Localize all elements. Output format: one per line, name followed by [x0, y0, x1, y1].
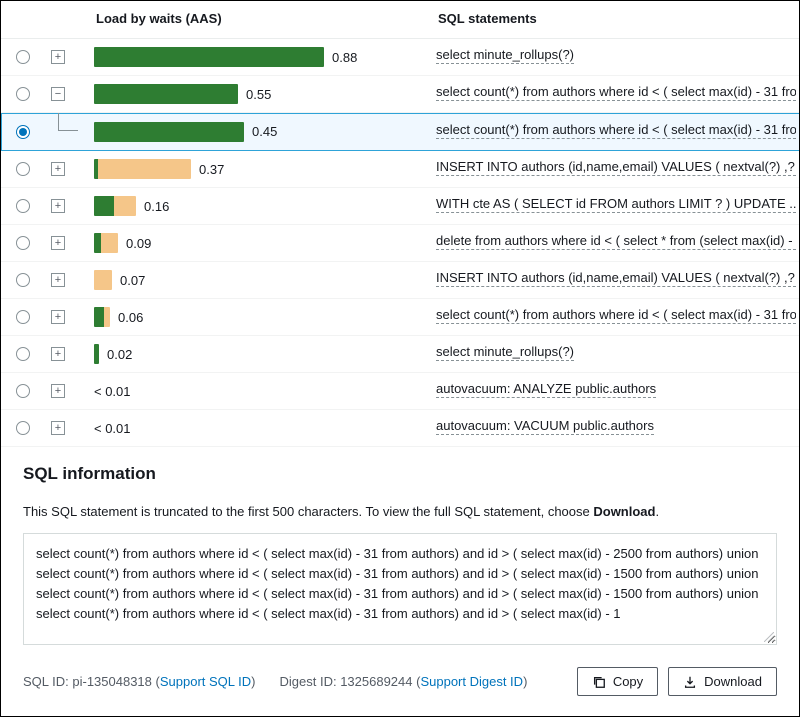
- load-value: 0.02: [107, 347, 132, 362]
- expand-icon[interactable]: +: [51, 236, 65, 250]
- row-radio[interactable]: [16, 347, 30, 361]
- sql-statement-link[interactable]: select count(*) from authors where id < …: [436, 84, 796, 101]
- load-value: 0.45: [252, 124, 277, 139]
- load-bar: [94, 233, 118, 253]
- load-value: 0.07: [120, 273, 145, 288]
- row-radio[interactable]: [16, 199, 30, 213]
- load-bar-segment-orange: [101, 233, 118, 253]
- header-sql[interactable]: SQL statements: [430, 1, 799, 39]
- sql-statement-link[interactable]: INSERT INTO authors (id,name,email) VALU…: [436, 159, 796, 176]
- load-bar: [94, 122, 244, 142]
- expand-icon[interactable]: +: [51, 162, 65, 176]
- tree-line-icon: [58, 113, 78, 131]
- load-bar-segment-green: [94, 233, 101, 253]
- load-bar-segment-green: [94, 84, 238, 104]
- load-bar-segment-green: [94, 122, 244, 142]
- expand-icon[interactable]: +: [51, 310, 65, 324]
- row-radio[interactable]: [16, 50, 30, 64]
- table-row[interactable]: +0.07 INSERT INTO authors (id,name,email)…: [1, 262, 799, 299]
- table-row[interactable]: 0.45 select count(*) from authors where i…: [1, 113, 799, 151]
- sql-statement-link[interactable]: autovacuum: ANALYZE public.authors: [436, 381, 656, 398]
- load-value: 0.16: [144, 199, 169, 214]
- copy-icon: [592, 675, 606, 689]
- load-value: 0.37: [199, 162, 224, 177]
- sql-statement-link[interactable]: delete from authors where id < ( select …: [436, 233, 796, 250]
- load-bar: [94, 270, 112, 290]
- sql-text-line: select count(*) from authors where id < …: [36, 584, 764, 604]
- resize-grip-icon[interactable]: [764, 632, 774, 642]
- load-bar-segment-green: [94, 196, 114, 216]
- load-value: 0.88: [332, 50, 357, 65]
- load-bar-segment-orange: [104, 307, 110, 327]
- load-value: < 0.01: [94, 384, 131, 399]
- sql-statement-link[interactable]: INSERT INTO authors (id,name,email) VALU…: [436, 270, 796, 287]
- table-row[interactable]: − 0.55 select count(*) from authors where …: [1, 76, 799, 113]
- sql-info-title: SQL information: [23, 464, 777, 484]
- load-value: 0.55: [246, 87, 271, 102]
- collapse-icon[interactable]: −: [51, 87, 65, 101]
- row-radio[interactable]: [16, 125, 30, 139]
- support-sql-id-link[interactable]: Support SQL ID: [160, 674, 251, 689]
- row-radio[interactable]: [16, 87, 30, 101]
- table-row[interactable]: + < 0.01 autovacuum: VACUUM public.authors: [1, 410, 799, 447]
- sql-info-description: This SQL statement is truncated to the f…: [23, 504, 777, 519]
- sql-statement-link[interactable]: select minute_rollups(?): [436, 47, 574, 64]
- support-digest-id-link[interactable]: Support Digest ID: [420, 674, 523, 689]
- load-bar-segment-green: [94, 47, 324, 67]
- sql-text-line: select count(*) from authors where id < …: [36, 564, 764, 584]
- header-load[interactable]: Load by waits (AAS): [88, 1, 430, 39]
- row-radio[interactable]: [16, 236, 30, 250]
- sql-statement-link[interactable]: select minute_rollups(?): [436, 344, 574, 361]
- sql-load-table: Load by waits (AAS) SQL statements +0.88…: [1, 1, 799, 447]
- row-radio[interactable]: [16, 310, 30, 324]
- sql-text-box[interactable]: select count(*) from authors where id < …: [23, 533, 777, 645]
- sql-text-line: select count(*) from authors where id < …: [36, 544, 764, 564]
- sql-statement-link[interactable]: WITH cte AS ( SELECT id FROM authors LIM…: [436, 196, 796, 213]
- load-bar-segment-green: [94, 344, 99, 364]
- load-bar: [94, 159, 191, 179]
- expand-icon[interactable]: +: [51, 199, 65, 213]
- load-bar-segment-orange: [114, 196, 136, 216]
- load-bar-segment-orange: [94, 270, 112, 290]
- table-row[interactable]: +0.37 INSERT INTO authors (id,name,email)…: [1, 151, 799, 188]
- sql-statement-link[interactable]: select count(*) from authors where id < …: [436, 122, 796, 139]
- row-radio[interactable]: [16, 273, 30, 287]
- load-value: 0.09: [126, 236, 151, 251]
- download-icon: [683, 675, 697, 689]
- expand-icon[interactable]: +: [51, 50, 65, 64]
- expand-icon[interactable]: +: [51, 273, 65, 287]
- table-row[interactable]: +0.09 delete from authors where id < ( se…: [1, 225, 799, 262]
- load-value: < 0.01: [94, 421, 131, 436]
- sql-statement-link[interactable]: autovacuum: VACUUM public.authors: [436, 418, 654, 435]
- sql-info-panel: SQL information This SQL statement is tr…: [1, 448, 799, 716]
- sql-statement-link[interactable]: select count(*) from authors where id < …: [436, 307, 796, 324]
- table-row[interactable]: +0.06 select count(*) from authors where …: [1, 299, 799, 336]
- copy-button[interactable]: Copy: [577, 667, 658, 696]
- load-bar: [94, 344, 99, 364]
- sql-info-meta: SQL ID: pi-135048318 (Support SQL ID) Di…: [23, 674, 527, 689]
- row-radio[interactable]: [16, 384, 30, 398]
- expand-icon[interactable]: +: [51, 384, 65, 398]
- download-button[interactable]: Download: [668, 667, 777, 696]
- expand-icon[interactable]: +: [51, 347, 65, 361]
- load-bar: [94, 307, 110, 327]
- table-row[interactable]: + < 0.01 autovacuum: ANALYZE public.author…: [1, 373, 799, 410]
- load-bar: [94, 47, 324, 67]
- table-row[interactable]: +0.88 select minute_rollups(?): [1, 39, 799, 76]
- load-bar: [94, 196, 136, 216]
- sql-text-line: select count(*) from authors where id < …: [36, 604, 764, 624]
- load-bar-segment-green: [94, 307, 104, 327]
- load-bar: [94, 84, 238, 104]
- expand-icon[interactable]: +: [51, 421, 65, 435]
- table-row[interactable]: +0.16 WITH cte AS ( SELECT id FROM author…: [1, 188, 799, 225]
- row-radio[interactable]: [16, 421, 30, 435]
- load-bar-segment-orange: [98, 159, 191, 179]
- load-value: 0.06: [118, 310, 143, 325]
- row-radio[interactable]: [16, 162, 30, 176]
- table-row[interactable]: +0.02 select minute_rollups(?): [1, 336, 799, 373]
